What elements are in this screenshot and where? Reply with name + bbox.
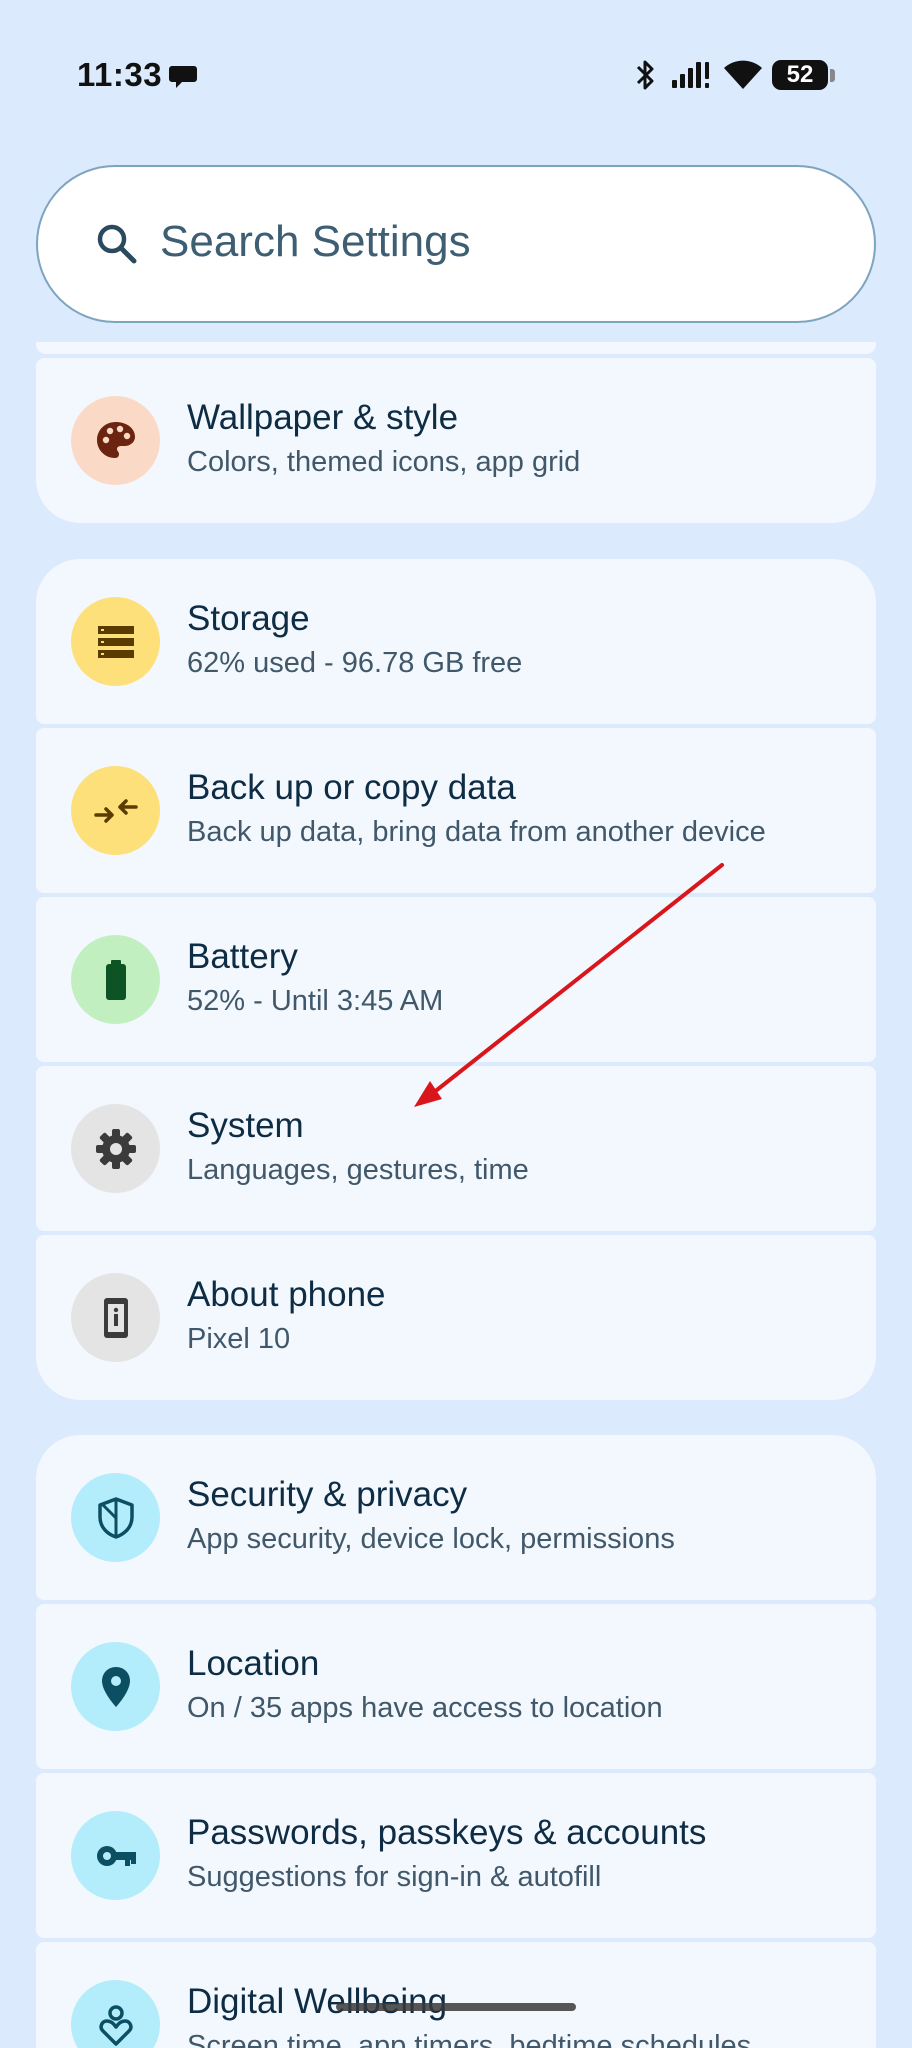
item-title: Location bbox=[187, 1644, 320, 1683]
wellbeing-icon bbox=[71, 1980, 160, 2048]
battery-status-icon: 52 bbox=[772, 58, 836, 92]
battery-icon bbox=[71, 935, 160, 1024]
item-subtitle: Pixel 10 bbox=[187, 1323, 291, 1355]
item-title: Security & privacy bbox=[187, 1475, 468, 1514]
item-title: Back up or copy data bbox=[187, 768, 516, 807]
item-title: Battery bbox=[187, 937, 298, 976]
item-subtitle: 62% used - 96.78 GB free bbox=[187, 647, 523, 679]
item-title: System bbox=[187, 1106, 304, 1145]
search-icon bbox=[97, 224, 137, 264]
settings-item-battery[interactable]: Battery 52% - Until 3:45 AM bbox=[36, 897, 876, 1062]
settings-item-location[interactable]: Location On / 35 apps have access to loc… bbox=[36, 1604, 876, 1769]
key-icon bbox=[71, 1811, 160, 1900]
wifi-icon bbox=[724, 60, 762, 89]
phone-info-icon bbox=[71, 1273, 160, 1362]
search-settings-bar[interactable]: Search Settings bbox=[36, 165, 876, 323]
shield-icon bbox=[71, 1473, 160, 1562]
settings-item-system[interactable]: System Languages, gestures, time bbox=[36, 1066, 876, 1231]
item-subtitle: Colors, themed icons, app grid bbox=[187, 446, 581, 478]
palette-icon bbox=[71, 396, 160, 485]
storage-icon bbox=[71, 597, 160, 686]
search-placeholder: Search Settings bbox=[160, 217, 471, 266]
item-subtitle: Back up data, bring data from another de… bbox=[187, 816, 766, 848]
settings-item-storage[interactable]: Storage 62% used - 96.78 GB free bbox=[36, 559, 876, 724]
settings-item-passwords-accounts[interactable]: Passwords, passkeys & accounts Suggestio… bbox=[36, 1773, 876, 1938]
item-title: Storage bbox=[187, 599, 310, 638]
message-bubble-icon bbox=[169, 66, 197, 88]
settings-item-security-privacy[interactable]: Security & privacy App security, device … bbox=[36, 1435, 876, 1600]
settings-item-about-phone[interactable]: About phone Pixel 10 bbox=[36, 1235, 876, 1400]
item-subtitle: Languages, gestures, time bbox=[187, 1154, 529, 1186]
item-subtitle: Suggestions for sign-in & autofill bbox=[187, 1861, 602, 1893]
item-title: Digital Wellbeing bbox=[187, 1982, 448, 2021]
item-title: Passwords, passkeys & accounts bbox=[187, 1813, 707, 1852]
item-title: About phone bbox=[187, 1275, 386, 1314]
settings-item-digital-wellbeing[interactable]: Digital Wellbeing Screen time, app timer… bbox=[36, 1942, 876, 2048]
item-subtitle: On / 35 apps have access to location bbox=[187, 1692, 663, 1724]
status-time: 11:33 bbox=[77, 56, 163, 93]
gear-icon bbox=[71, 1104, 160, 1193]
item-subtitle: App security, device lock, permissions bbox=[187, 1523, 675, 1555]
settings-item-wallpaper[interactable]: Wallpaper & style Colors, themed icons, … bbox=[36, 358, 876, 523]
item-subtitle: 52% - Until 3:45 AM bbox=[187, 985, 444, 1017]
location-pin-icon bbox=[71, 1642, 160, 1731]
item-title: Wallpaper & style bbox=[187, 398, 459, 437]
battery-percent: 52 bbox=[786, 61, 814, 88]
bluetooth-icon bbox=[636, 60, 654, 90]
settings-item-backup[interactable]: Back up or copy data Back up data, bring… bbox=[36, 728, 876, 893]
signal-icon bbox=[672, 62, 709, 88]
status-bar: 11:33 52 bbox=[0, 0, 912, 150]
gesture-navigation-bar[interactable] bbox=[336, 2003, 576, 2011]
backup-icon bbox=[71, 766, 160, 855]
item-subtitle: Screen time, app timers, bedtime schedul… bbox=[187, 2030, 752, 2048]
previous-card-edge bbox=[36, 342, 876, 354]
